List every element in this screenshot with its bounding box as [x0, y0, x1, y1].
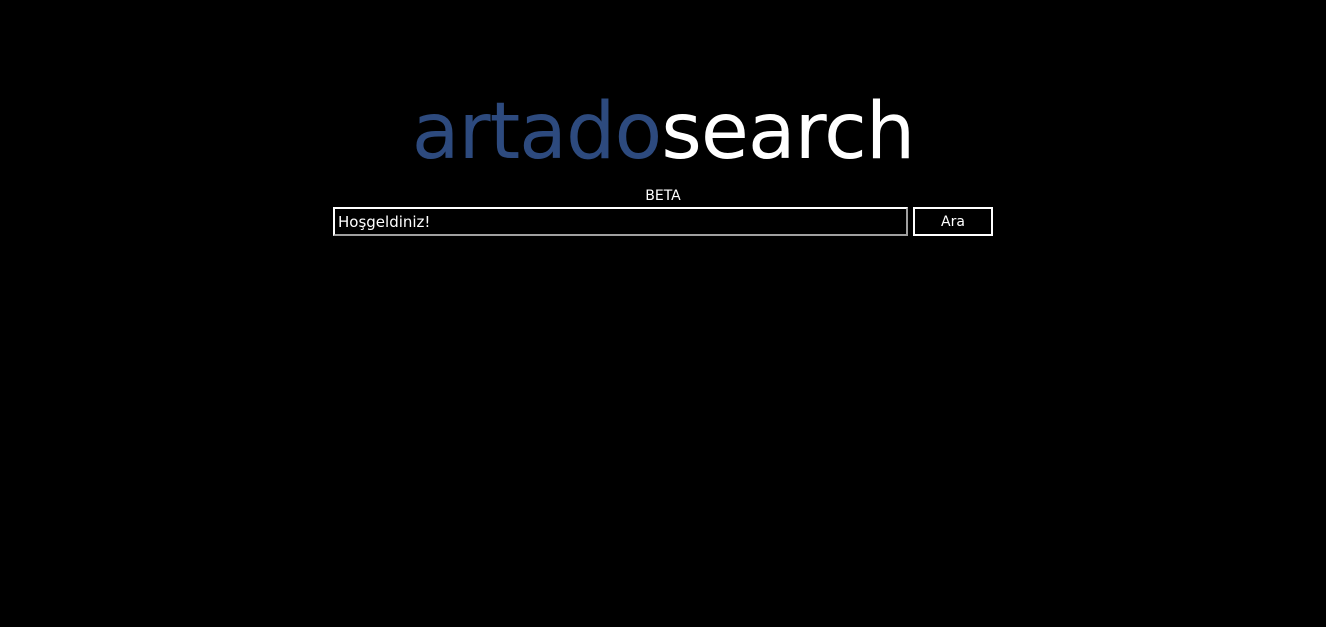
logo-part-artado: artado	[411, 87, 662, 177]
site-logo: artadosearch	[0, 84, 1326, 180]
logo-part-search: search	[661, 87, 915, 177]
search-input[interactable]	[333, 207, 908, 236]
search-button[interactable]: Ara	[913, 207, 993, 236]
beta-label: BETA	[645, 188, 681, 204]
search-form: Ara	[333, 207, 993, 236]
page: artadosearch BETA Ara	[0, 0, 1326, 627]
